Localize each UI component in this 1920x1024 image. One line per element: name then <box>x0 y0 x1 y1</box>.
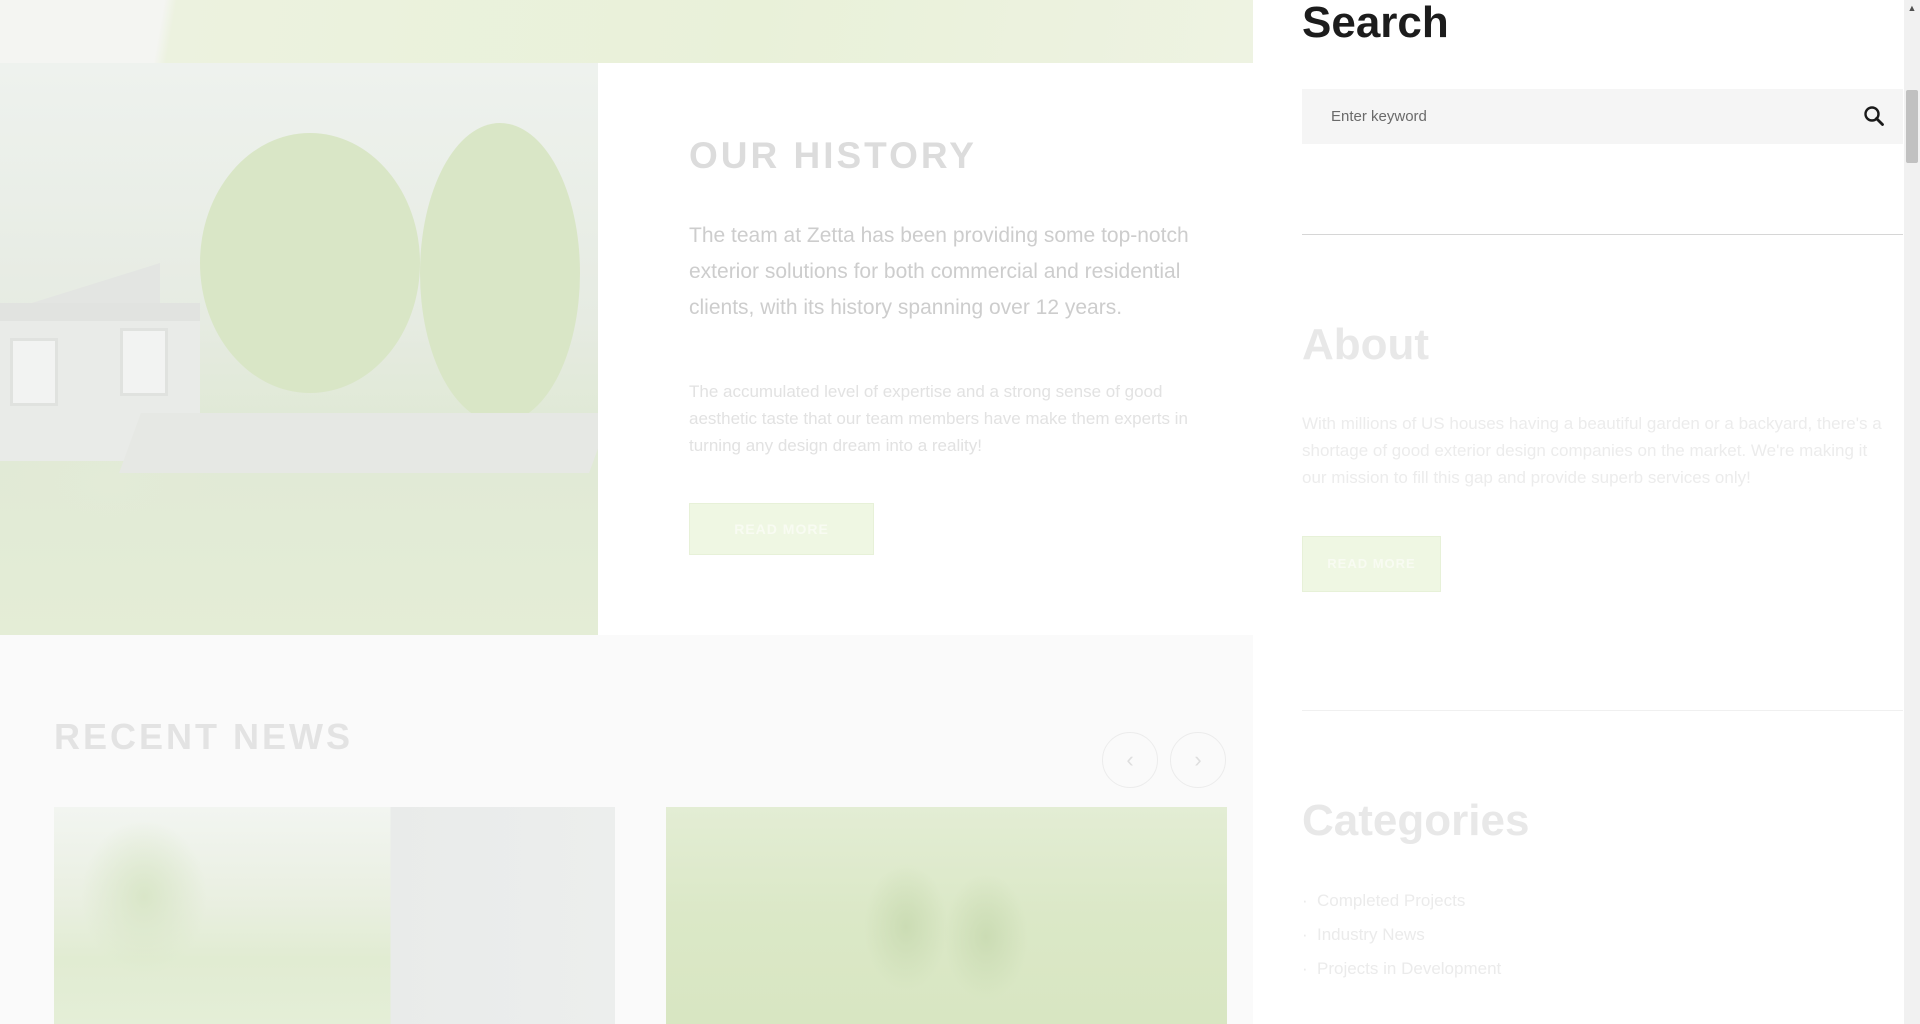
news-card-image[interactable] <box>666 807 1227 1024</box>
recent-news-title: RECENT NEWS <box>54 716 354 757</box>
history-title: OUR HISTORY <box>689 135 977 176</box>
house-window-shape <box>120 328 168 396</box>
scroll-up-icon[interactable]: ▲ <box>1904 0 1920 16</box>
main-content: OUR HISTORY The team at Zetta has been p… <box>0 0 1253 1024</box>
search-heading: Search <box>1302 0 1449 47</box>
driveway-shape <box>119 413 611 473</box>
bullet-icon: · <box>1302 891 1308 910</box>
search-box <box>1302 89 1903 144</box>
lawn-banner-image <box>0 0 1253 63</box>
search-button[interactable] <box>1855 98 1893 136</box>
about-heading: About <box>1302 320 1430 369</box>
category-item-industry-news[interactable]: · Industry News <box>1302 918 1501 952</box>
about-read-more-button[interactable]: READ MORE <box>1302 536 1441 592</box>
history-lead-text: The team at Zetta has been providing som… <box>689 224 1189 319</box>
sidebar-divider <box>1302 234 1903 235</box>
news-next-arrow-icon[interactable]: › <box>1170 732 1226 788</box>
scrollbar[interactable]: ▲ <box>1904 0 1920 1024</box>
category-label: Completed Projects <box>1317 891 1466 910</box>
category-item-completed-projects[interactable]: · Completed Projects <box>1302 884 1501 918</box>
tree-shape <box>420 123 580 423</box>
news-card-image[interactable] <box>54 807 615 1024</box>
category-item-projects-in-development[interactable]: · Projects in Development <box>1302 952 1501 986</box>
categories-list: · Completed Projects · Industry News · Proj… <box>1302 884 1501 986</box>
news-prev-arrow-icon[interactable]: ‹ <box>1102 732 1158 788</box>
history-body-text: The accumulated level of expertise and a… <box>689 382 1188 455</box>
sidebar-divider <box>1302 710 1903 711</box>
bullet-icon: · <box>1302 959 1308 978</box>
tree-shape <box>200 133 420 393</box>
bullet-icon: · <box>1302 925 1308 944</box>
about-text: With millions of US houses having a beau… <box>1302 414 1882 487</box>
scroll-thumb[interactable] <box>1906 90 1918 163</box>
search-input[interactable] <box>1302 89 1851 144</box>
history-read-more-button[interactable]: READ MORE <box>689 503 874 555</box>
search-icon <box>1855 106 1893 139</box>
sidebar <box>1253 0 1904 1024</box>
house-photo <box>0 63 611 635</box>
house-window-shape <box>10 338 58 406</box>
category-label: Projects in Development <box>1317 959 1502 978</box>
category-label: Industry News <box>1317 925 1425 944</box>
categories-heading: Categories <box>1302 796 1530 845</box>
